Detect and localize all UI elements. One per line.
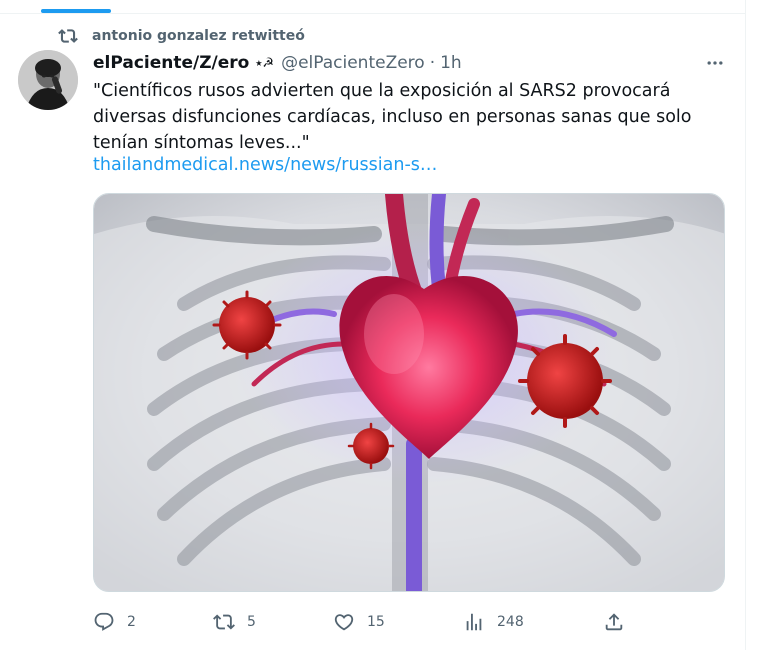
separator-dot: · xyxy=(429,53,436,73)
column-divider xyxy=(745,0,746,650)
avatar-image xyxy=(18,50,78,110)
name-emoji-badge: ⭑☭ xyxy=(255,55,275,71)
views-count: 248 xyxy=(497,614,524,630)
tweet[interactable]: antonio gonzalez retwitteó elPaciente/Z/… xyxy=(0,14,745,650)
more-options-button[interactable] xyxy=(700,52,730,74)
retweet-button[interactable]: 5 xyxy=(213,610,256,634)
retweet-label[interactable]: antonio gonzalez retwitteó xyxy=(92,28,305,44)
tweet-media-image[interactable] xyxy=(93,193,725,592)
tweet-link[interactable]: thailandmedical.news/news/russian-s… xyxy=(93,152,437,178)
retweet-icon xyxy=(213,614,235,630)
reply-count: 2 xyxy=(127,614,136,630)
retweet-context[interactable]: antonio gonzalez retwitteó xyxy=(58,26,305,46)
author-display-name[interactable]: elPaciente/Z/ero xyxy=(93,53,249,73)
heart-xray-image xyxy=(94,194,724,591)
like-icon xyxy=(334,614,354,631)
like-button[interactable]: 15 xyxy=(333,610,385,634)
author-handle[interactable]: @elPacienteZero xyxy=(281,53,425,73)
share-icon xyxy=(605,613,623,631)
views-button[interactable]: 248 xyxy=(463,610,524,634)
retweet-count: 5 xyxy=(247,614,256,630)
tweet-text: "Científicos rusos advierten que la expo… xyxy=(93,81,692,153)
more-icon xyxy=(707,61,723,65)
retweet-icon xyxy=(58,29,78,43)
reply-icon xyxy=(94,612,114,631)
tweet-timestamp[interactable]: 1h xyxy=(440,53,462,73)
tweet-header: elPaciente/Z/ero ⭑☭ @elPacienteZero · 1h xyxy=(93,51,462,75)
virus-right xyxy=(518,334,612,428)
virus-left xyxy=(212,290,282,360)
avatar[interactable] xyxy=(18,50,78,110)
share-button[interactable] xyxy=(603,610,625,634)
views-icon xyxy=(466,613,482,631)
reply-button[interactable]: 2 xyxy=(93,610,136,634)
like-count: 15 xyxy=(367,614,385,630)
